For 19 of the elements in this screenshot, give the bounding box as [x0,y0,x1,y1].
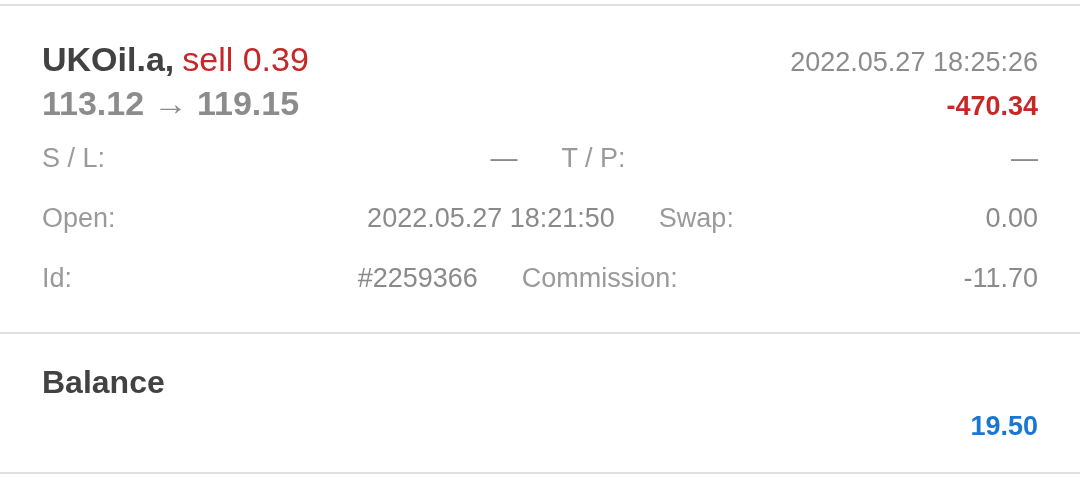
balance-title: Balance [42,364,165,400]
balance-amount: 19.50 [970,410,1038,443]
field-value: #2259366 [357,261,478,295]
field-value: 0.00 [985,201,1038,235]
profit: -470.34 [946,90,1038,123]
price-range: 113.12 → 119.15 [42,83,300,124]
symbol: UKOil.a, [42,39,175,80]
field-label: Id: [42,261,73,295]
field-value: -11.70 [963,261,1038,295]
field-label: Commission: [521,261,678,295]
field-value: — [490,141,518,175]
field-value: 2022.05.27 18:21:50 [367,201,615,235]
field-label: S / L: [42,141,106,175]
field-label: T / P: [561,141,626,175]
close-time: 2022.05.27 18:25:26 [790,46,1038,79]
order-type: sell 0.39 [182,39,309,80]
field-label: Open: [42,201,116,235]
field-label: Swap: [658,201,734,235]
field-value: — [1011,141,1038,175]
